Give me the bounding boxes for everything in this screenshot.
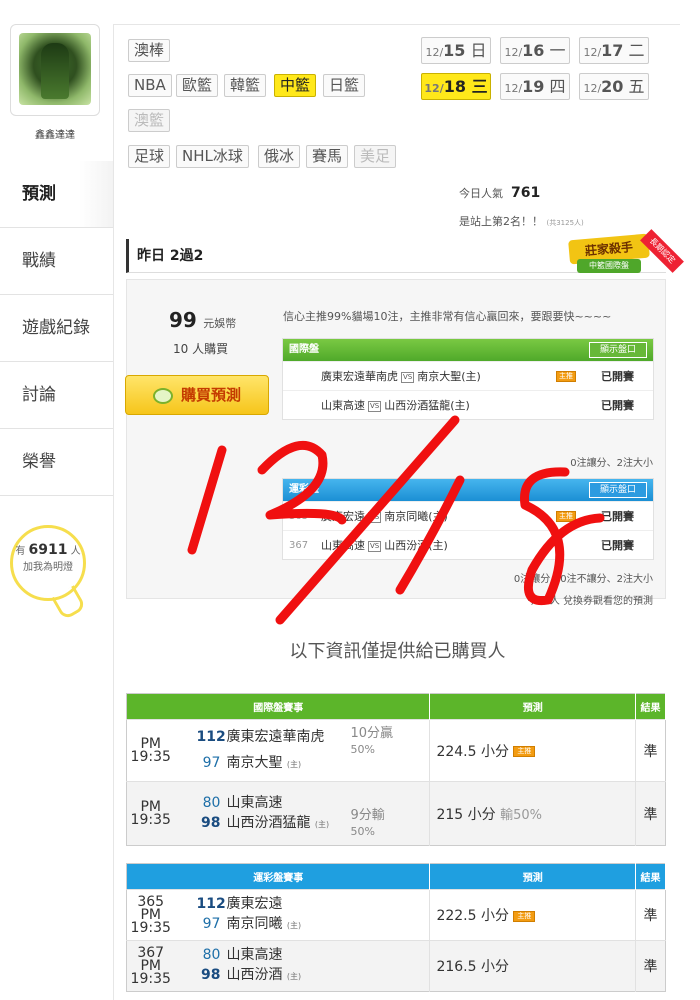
intl-summary: 0注讓分、2注大小: [570, 458, 653, 469]
main-pick-tag: 主推: [513, 746, 536, 757]
sport-nhl[interactable]: NHL冰球: [176, 145, 249, 168]
list-item: 廣東宏遠華南虎 VS 南京大聖(主) 主推 已開賽: [283, 361, 653, 390]
sport-russia-hockey[interactable]: 俄冰: [258, 145, 301, 168]
main-pick-tag: 主推: [513, 910, 536, 922]
lottery-results-table: 運彩盤賽事 預測 結果 365 PM 19:35 112廣東宏遠 97 南京同曦 (…: [126, 863, 666, 992]
sport-soccer[interactable]: 足球: [128, 145, 171, 168]
table-row: PM 19:35 80 山東高速 98 山西汾酒猛龍 (主) 9分輸 50% 215 …: [126, 781, 666, 846]
lottery-mini-table: 運彩盤 顯示盤口 365 廣東宏遠 VS 南京同曦(主) 主推 已開賽 367 山東高…: [282, 478, 654, 560]
date-button[interactable]: 12/19 四: [500, 73, 570, 100]
fan-count: 6911: [28, 542, 68, 558]
sport-nba[interactable]: NBA: [128, 74, 172, 97]
date-button[interactable]: 12/17 二: [579, 37, 649, 64]
sport-euro-basketball[interactable]: 歐籃: [176, 74, 219, 97]
sport-china-basketball[interactable]: 中籃: [274, 74, 317, 97]
tab-honor[interactable]: 榮譽: [0, 429, 113, 496]
avatar[interactable]: [10, 24, 100, 116]
date-button[interactable]: 12/16 一: [500, 37, 570, 64]
buyers: 10 人購買: [173, 342, 229, 356]
column-header: 國際盤賽事: [126, 693, 431, 720]
tab-game-log[interactable]: 遊戲紀錄: [0, 295, 113, 362]
column-header: 預測: [429, 863, 637, 890]
date-button-selected[interactable]: 12/18 三: [421, 73, 491, 100]
sport-aus-basketball[interactable]: 澳籃: [128, 109, 171, 132]
sport-aus-baseball[interactable]: 澳棒: [128, 39, 171, 62]
tab-discussion[interactable]: 討論: [0, 362, 113, 429]
sport-horse-racing[interactable]: 賽馬: [306, 145, 349, 168]
column-header: 運彩盤賽事: [126, 863, 431, 890]
popularity: 今日人氣 761: [459, 185, 541, 201]
show-odds-button[interactable]: 顯示盤口: [589, 342, 647, 358]
table-row: 365 PM 19:35 112廣東宏遠 97 南京同曦 (主) 222.5 小分 …: [126, 889, 666, 941]
dealer-killer-badge: 莊家殺手 中籃國際盤 長期認定: [568, 229, 684, 279]
sport-korea-basketball[interactable]: 韓籃: [224, 74, 267, 97]
date-button[interactable]: 12/15 日: [421, 37, 491, 64]
list-item: 367 山東高速 VS 山西汾酒(主) 已開賽: [283, 530, 653, 559]
tab-predict[interactable]: 預測: [0, 161, 113, 228]
fan-suffix: 人: [70, 546, 81, 557]
lottery-summary: 0注讓分、0注不讓分、2注大小: [513, 574, 653, 585]
avatar-image: [19, 33, 91, 105]
column-header: 結果: [635, 863, 666, 890]
lottery-summary-2: 今日 人 兌換券觀看您的預測: [526, 596, 653, 607]
table-row: 367 PM 19:35 80 山東高速 98 山西汾酒 (主) 216.5 小分 準: [126, 940, 666, 992]
prediction-note: 信心主推99%貓場10注，主推非常有信心贏回來，要跟要快~~~~: [283, 310, 612, 323]
main-pick-tag: 主推: [556, 511, 576, 522]
intl-mini-table: 國際盤 顯示盤口 廣東宏遠華南虎 VS 南京大聖(主) 主推 已開賽 山東高速 VS 山西…: [282, 338, 654, 420]
sidebar: 鑫鑫達達 預測 戰績 遊戲紀錄 討論 榮譽 有 6911 人 加我為明燈: [0, 0, 113, 1000]
tab-record[interactable]: 戰績: [0, 228, 113, 295]
table-row: PM 19:35 112廣東宏遠華南虎 97 南京大聖 (主) 10分贏 50% 2…: [126, 719, 666, 782]
column-header: 結果: [635, 693, 666, 720]
sport-nfl[interactable]: 美足: [354, 145, 397, 168]
intl-results-table: 國際盤賽事 預測 結果 PM 19:35 112廣東宏遠華南虎 97 南京大聖 (…: [126, 693, 666, 846]
fan-prefix: 有: [15, 546, 26, 557]
show-odds-button[interactable]: 顯示盤口: [589, 482, 647, 498]
coin-icon: [152, 387, 173, 404]
main-content: 澳棒 NBA 歐籃 韓籃 中籃 日籃 澳籃 足球 NHL冰球 俄冰 賽馬 美足 …: [113, 24, 684, 1000]
popularity-rank: 是站上第2名！！ (共3125人): [459, 215, 584, 228]
list-item: 山東高速 VS 山西汾酒猛龍(主) 已開賽: [283, 390, 653, 419]
date-button[interactable]: 12/20 五: [579, 73, 649, 100]
sport-japan-basketball[interactable]: 日籃: [323, 74, 366, 97]
main-pick-tag: 主推: [556, 371, 576, 382]
prediction-panel: 99 元娛幣 10 人購買 購買預測 信心主推99%貓場10注，主推非常有信心贏…: [125, 279, 666, 607]
buy-prediction-button[interactable]: 購買預測: [125, 375, 269, 415]
list-item: 365 廣東宏遠 VS 南京同曦(主) 主推 已開賽: [283, 501, 653, 530]
fan-caption: 加我為明燈: [23, 562, 73, 573]
price: 99 元娛幣: [169, 308, 237, 332]
column-header: 預測: [429, 693, 637, 720]
username[interactable]: 鑫鑫達達: [10, 126, 100, 141]
purchase-only-message: 以下資訊僅提供給已購買人: [289, 641, 506, 662]
